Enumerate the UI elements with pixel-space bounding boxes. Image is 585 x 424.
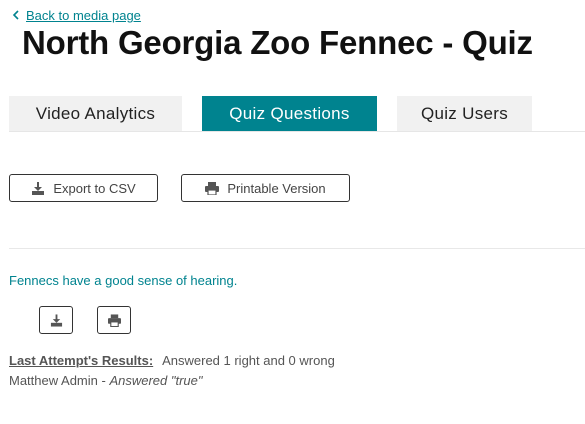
tab-bar: Video Analytics Quiz Questions Quiz User… (9, 96, 585, 132)
tab-video-analytics[interactable]: Video Analytics (9, 96, 182, 132)
section-divider (9, 248, 585, 249)
download-icon (50, 313, 62, 327)
back-link-label[interactable]: Back to media page (26, 8, 141, 23)
tab-label: Quiz Questions (229, 104, 350, 123)
results-summary: Answered 1 right and 0 wrong (162, 353, 335, 368)
printer-icon (205, 181, 220, 195)
back-to-media-link[interactable]: Back to media page (12, 8, 141, 23)
question-download-button[interactable] (39, 306, 73, 334)
attempt-separator: - (97, 373, 110, 388)
export-csv-label: Export to CSV (53, 180, 136, 196)
printable-version-label: Printable Version (227, 180, 326, 196)
tab-underline (9, 131, 585, 132)
tab-label: Video Analytics (35, 104, 156, 123)
tab-quiz-questions[interactable]: Quiz Questions (202, 96, 377, 132)
question-text: Fennecs have a good sense of hearing. (9, 273, 238, 288)
tab-label: Quiz Users (420, 104, 509, 123)
last-attempt-results: Last Attempt's Results: Answered 1 right… (9, 353, 335, 368)
attempt-row: Matthew Admin - Answered "true" (9, 373, 203, 388)
printer-icon (107, 313, 121, 327)
printable-version-button[interactable]: Printable Version (181, 174, 350, 202)
tab-quiz-users[interactable]: Quiz Users (397, 96, 532, 132)
export-csv-button[interactable]: Export to CSV (9, 174, 158, 202)
attempt-answer: Answered "true" (109, 373, 203, 388)
results-label: Last Attempt's Results: (9, 353, 154, 368)
chevron-left-icon (12, 8, 22, 23)
attempt-user: Matthew Admin (9, 373, 98, 388)
download-icon (32, 181, 45, 195)
page-title: North Georgia Zoo Fennec - Quiz (22, 24, 533, 61)
question-print-button[interactable] (97, 306, 131, 334)
